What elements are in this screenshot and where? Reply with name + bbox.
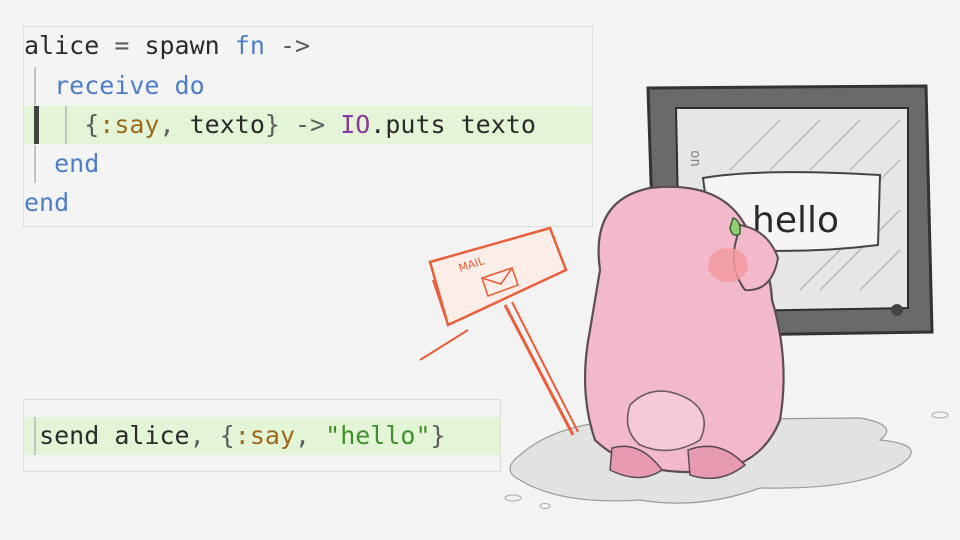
token-brace: {: [84, 110, 100, 139]
line-marker: [34, 106, 39, 144]
power-button: [891, 304, 903, 316]
token-comma: ,: [159, 110, 175, 139]
character-cheek: [708, 248, 748, 282]
token-comma: ,: [295, 421, 311, 450]
bubble-text: hello: [752, 200, 839, 241]
token-arrow: ->: [295, 110, 326, 139]
token-comma: ,: [189, 421, 205, 450]
token-keyword: end: [24, 188, 70, 217]
illustration-alice-receives-mail: on hello MAIL: [419, 84, 949, 509]
token-op: =: [114, 31, 130, 60]
indent-guide: [34, 417, 36, 455]
code-line-2: receive do: [24, 67, 205, 105]
puddle-drop: [539, 503, 551, 509]
token-keyword: receive: [54, 71, 160, 100]
mail-sign: MAIL: [419, 226, 579, 436]
code-line-4: end: [24, 145, 99, 183]
token-var: alice: [24, 31, 100, 60]
code-line-5: end: [24, 184, 69, 222]
puddle-drop: [504, 494, 522, 502]
token-keyword: fn: [234, 31, 265, 60]
indent-guide: [34, 145, 36, 183]
puddle-drop: [931, 411, 949, 419]
screen-side-text: on: [687, 150, 703, 167]
token-fn-call: spawn: [144, 31, 220, 60]
indent-guide: [65, 106, 67, 144]
indent-guide: [34, 67, 36, 105]
token-var: texto: [189, 110, 265, 139]
token-arrow: ->: [279, 31, 311, 60]
token-fn-call: send: [39, 421, 100, 450]
token-var: alice: [114, 421, 190, 450]
token-brace: {: [219, 421, 235, 450]
token-brace: }: [264, 110, 280, 139]
code-line-1: alice = spawn fn ->: [24, 27, 310, 65]
token-keyword: do: [174, 71, 205, 100]
token-atom: :say: [99, 110, 160, 139]
pink-character: [583, 185, 785, 480]
token-atom: :say: [234, 421, 296, 450]
token-module: IO: [340, 110, 371, 139]
token-keyword: end: [54, 149, 100, 178]
